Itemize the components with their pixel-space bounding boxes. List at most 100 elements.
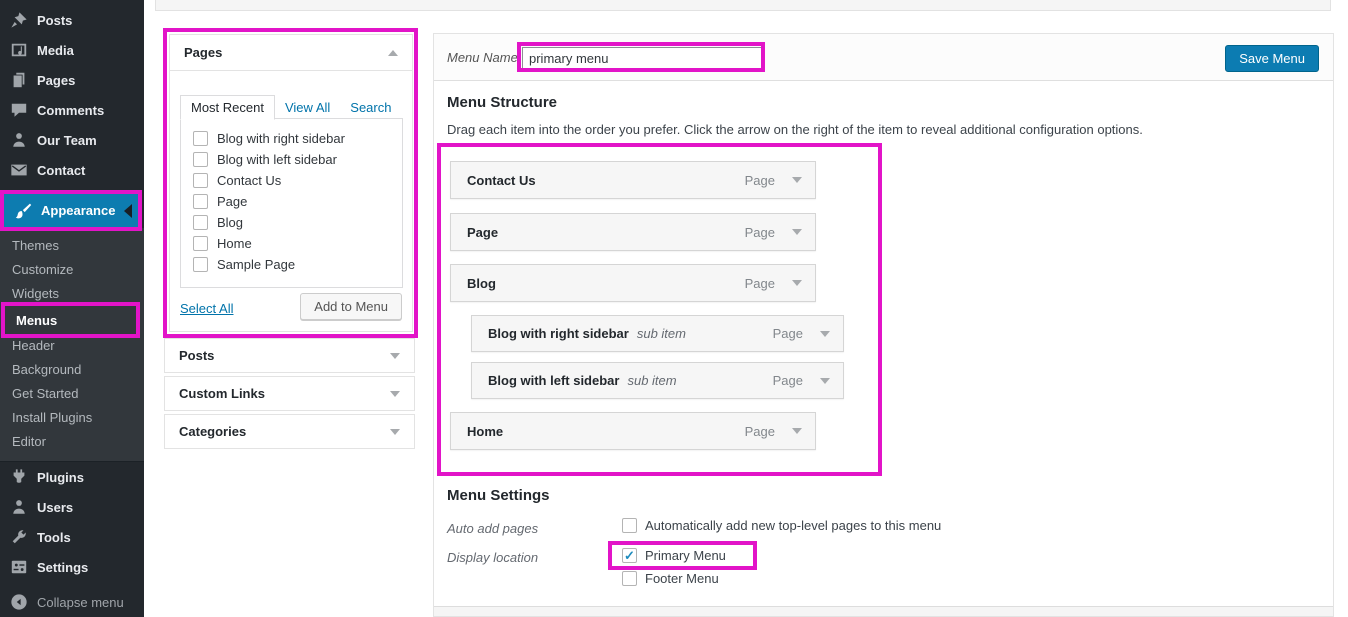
sidebar-item-label: Tools (37, 530, 71, 545)
checkbox[interactable] (193, 131, 208, 146)
plug-icon (10, 468, 28, 486)
checkbox[interactable] (622, 518, 637, 533)
menu-name-input[interactable] (522, 47, 762, 69)
menu-name-label: Menu Name (447, 50, 518, 65)
pages-metabox-title: Pages (184, 45, 222, 60)
chevron-down-icon[interactable] (792, 177, 802, 183)
sidebar-item-comments[interactable]: Comments (0, 95, 144, 125)
sidebar-item-label: Settings (37, 560, 88, 575)
collapse-panel-icon[interactable] (388, 50, 398, 56)
media-icon (10, 41, 28, 59)
chevron-down-icon[interactable] (792, 428, 802, 434)
pages-metabox: Pages Most Recent View All Search Blog w… (169, 34, 413, 332)
person-icon (10, 498, 28, 516)
accordion-custom-links[interactable]: Custom Links (164, 376, 415, 411)
sidebar-item-settings[interactable]: Settings (0, 552, 144, 582)
accordion-posts[interactable]: Posts (164, 338, 415, 373)
brush-icon (14, 202, 32, 220)
submenu-item-themes[interactable]: Themes (0, 233, 144, 257)
menu-item-blog-right-sidebar[interactable]: Blog with right sidebar sub item Page (471, 315, 844, 352)
page-checkbox-row[interactable]: Home (193, 233, 402, 254)
auto-add-pages-option[interactable]: Automatically add new top-level pages to… (622, 518, 941, 533)
menu-item-page[interactable]: Page Page (450, 213, 816, 251)
chevron-down-icon (390, 353, 400, 359)
sidebar-item-contact[interactable]: Contact (0, 155, 144, 185)
checkbox[interactable] (193, 194, 208, 209)
tab-search[interactable]: Search (340, 96, 401, 119)
location-primary-menu[interactable]: Primary Menu (622, 548, 726, 563)
sidebar-item-plugins[interactable]: Plugins (0, 462, 144, 492)
checkbox[interactable] (193, 236, 208, 251)
menu-structure-title: Menu Structure (447, 94, 557, 111)
menu-editor: Menu Name Save Menu Menu Structure Drag … (433, 33, 1334, 617)
chevron-down-icon (390, 391, 400, 397)
sidebar-item-media[interactable]: Media (0, 35, 144, 65)
save-menu-button[interactable]: Save Menu (1225, 45, 1319, 72)
submenu-item-install-plugins[interactable]: Install Plugins (0, 405, 144, 429)
sliders-icon (10, 558, 28, 576)
pages-checklist: Blog with right sidebar Blog with left s… (180, 118, 403, 288)
submenu-item-editor[interactable]: Editor (0, 429, 144, 453)
sidebar-item-appearance[interactable]: Appearance (4, 194, 138, 227)
admin-sidebar: Posts Media Pages Comments Our Team Cont… (0, 0, 144, 617)
menu-item-home[interactable]: Home Page (450, 412, 816, 450)
tab-most-recent[interactable]: Most Recent (180, 95, 275, 120)
tab-view-all[interactable]: View All (275, 96, 340, 119)
pages-icon (10, 71, 28, 89)
pin-icon (10, 11, 28, 29)
chevron-down-icon[interactable] (820, 331, 830, 337)
page-checkbox-row[interactable]: Contact Us (193, 170, 402, 191)
sidebar-item-label: Our Team (37, 133, 97, 148)
comment-icon (10, 101, 28, 119)
checkbox[interactable] (193, 173, 208, 188)
wrench-icon (10, 528, 28, 546)
page-checkbox-row[interactable]: Blog with left sidebar (193, 149, 402, 170)
sidebar-item-our-team[interactable]: Our Team (0, 125, 144, 155)
checkbox[interactable] (193, 257, 208, 272)
highlight-box-appearance: Appearance (0, 190, 142, 231)
checkbox[interactable] (193, 215, 208, 230)
wordpress-menus-screen: Posts Media Pages Comments Our Team Cont… (0, 0, 1348, 617)
menu-item-contact-us[interactable]: Contact Us Page (450, 161, 816, 199)
select-all-link[interactable]: Select All (180, 301, 233, 316)
accordion-categories[interactable]: Categories (164, 414, 415, 449)
sidebar-item-label: Media (37, 43, 74, 58)
collapse-menu-button[interactable]: Collapse menu (0, 587, 144, 617)
sidebar-item-label: Posts (37, 13, 72, 28)
menu-item-blog[interactable]: Blog Page (450, 264, 816, 302)
chevron-down-icon[interactable] (792, 280, 802, 286)
menu-item-blog-left-sidebar[interactable]: Blog with left sidebar sub item Page (471, 362, 844, 399)
chevron-down-icon[interactable] (820, 378, 830, 384)
sidebar-item-label: Users (37, 500, 73, 515)
collapse-menu-label: Collapse menu (37, 595, 124, 610)
auto-add-pages-label: Auto add pages (447, 521, 538, 536)
menu-name-bar: Menu Name Save Menu (434, 34, 1333, 81)
sidebar-item-pages[interactable]: Pages (0, 65, 144, 95)
chevron-down-icon[interactable] (792, 229, 802, 235)
checkbox[interactable] (193, 152, 208, 167)
checkbox-checked[interactable] (622, 548, 637, 563)
page-checkbox-row[interactable]: Blog (193, 212, 402, 233)
pages-metabox-header[interactable]: Pages (170, 35, 412, 71)
location-footer-menu[interactable]: Footer Menu (622, 571, 719, 586)
chevron-down-icon (390, 429, 400, 435)
submenu-item-background[interactable]: Background (0, 357, 144, 381)
envelope-icon (10, 161, 28, 179)
page-checkbox-row[interactable]: Sample Page (193, 254, 402, 275)
page-checkbox-row[interactable]: Blog with right sidebar (193, 128, 402, 149)
checkbox[interactable] (622, 571, 637, 586)
sidebar-item-label: Contact (37, 163, 85, 178)
submenu-item-menus[interactable]: Menus (5, 306, 136, 334)
page-checkbox-row[interactable]: Page (193, 191, 402, 212)
menu-structure-help: Drag each item into the order you prefer… (447, 122, 1143, 137)
submenu-item-get-started[interactable]: Get Started (0, 381, 144, 405)
add-to-menu-button[interactable]: Add to Menu (300, 293, 402, 320)
pages-tabs: Most Recent View All Search (180, 95, 401, 119)
submenu-item-customize[interactable]: Customize (0, 257, 144, 281)
highlight-box-menus: Menus (1, 302, 140, 338)
menu-settings-title: Menu Settings (447, 487, 550, 504)
sidebar-item-posts[interactable]: Posts (0, 5, 144, 35)
sidebar-item-tools[interactable]: Tools (0, 522, 144, 552)
sidebar-item-users[interactable]: Users (0, 492, 144, 522)
sidebar-item-label: Appearance (41, 203, 115, 218)
